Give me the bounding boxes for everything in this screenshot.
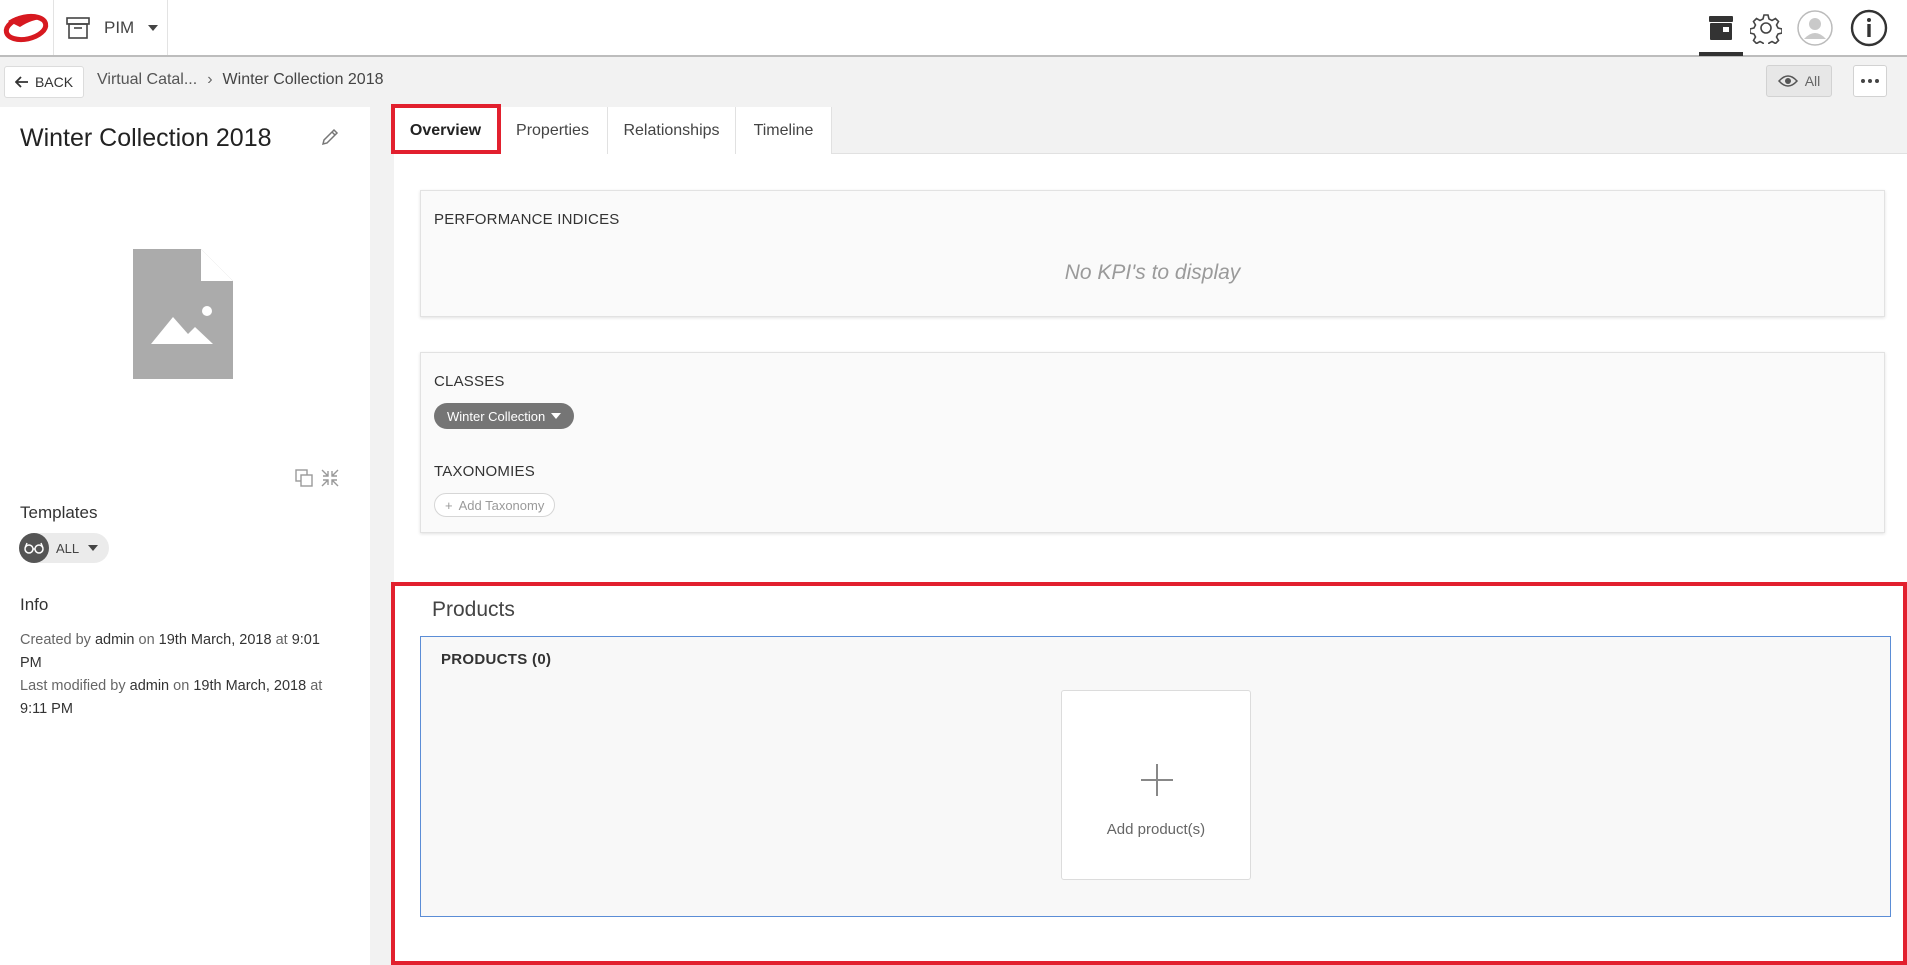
view-filter-label: All (1804, 73, 1821, 89)
modified-user: admin (129, 678, 170, 694)
user-menu-button[interactable] (1795, 8, 1835, 48)
product-box-icon (1709, 16, 1733, 40)
modified-time: 9:11 PM (20, 701, 73, 717)
classes-title: CLASSES (434, 373, 505, 390)
class-chip-winter-collection[interactable]: Winter Collection (434, 403, 575, 429)
glasses-icon (19, 533, 49, 563)
tab-overview[interactable]: Overview (394, 107, 498, 154)
modified-date: 19th March, 2018 (193, 678, 307, 694)
info-icon (1850, 9, 1888, 47)
divider (53, 0, 54, 55)
no-kpi-message: No KPI's to display (1064, 261, 1241, 284)
info-text: Created by admin on 19th March, 2018 at … (20, 629, 340, 721)
view-filter-button[interactable]: All (1766, 65, 1832, 97)
products-panel: PRODUCTS (0) Add product(s) (420, 636, 1891, 917)
ellipsis-icon (1861, 79, 1879, 83)
copy-image-icon[interactable] (294, 468, 314, 488)
breadcrumb-current: Winter Collection 2018 (222, 71, 384, 88)
add-taxonomy-button[interactable]: + Add Taxonomy (434, 493, 556, 517)
templates-chip-label: ALL (56, 540, 80, 556)
products-section-title: Products (432, 598, 515, 621)
tab-relationships[interactable]: Relationships (608, 107, 736, 154)
app-switcher[interactable]: PIM (66, 14, 159, 42)
collapse-icon[interactable] (320, 468, 340, 488)
chevron-right-icon: › (207, 71, 213, 88)
breadcrumb: Virtual Catal... › Winter Collection 201… (97, 71, 384, 89)
arrow-left-icon (14, 76, 28, 88)
class-chip-label: Winter Collection (447, 408, 546, 424)
eye-icon (1777, 75, 1798, 87)
chevron-down-icon (148, 25, 159, 31)
plus-icon (1141, 764, 1173, 796)
entity-sidebar: Winter Collection 2018 Templates ALL Inf… (0, 107, 370, 965)
created-on: on (138, 632, 155, 648)
modified-prefix: Last modified by (20, 678, 126, 694)
top-navigation-bar: PIM (0, 0, 1907, 57)
add-taxonomy-label: Add Taxonomy (458, 497, 545, 513)
brand-logo[interactable] (2, 9, 50, 45)
info-label: Info (20, 595, 49, 614)
back-button-label: BACK (34, 74, 74, 90)
more-actions-button[interactable] (1853, 65, 1887, 97)
created-prefix: Created by (20, 632, 91, 648)
product-catalog-button[interactable] (1701, 8, 1741, 48)
add-products-label: Add product(s) (1106, 821, 1206, 838)
classes-card: CLASSES Winter Collection TAXONOMIES + A… (420, 352, 1885, 533)
active-indicator (1699, 52, 1743, 56)
archive-box-icon (66, 17, 90, 39)
info-button[interactable] (1849, 8, 1889, 48)
settings-button[interactable] (1746, 8, 1786, 48)
plus-icon: + (445, 497, 453, 513)
divider (167, 0, 168, 55)
templates-dropdown[interactable]: ALL (19, 533, 109, 563)
products-panel-title: PRODUCTS (0) (441, 651, 552, 668)
modified-at: at (310, 678, 323, 694)
app-switcher-label: PIM (104, 18, 135, 37)
gear-icon (1750, 14, 1782, 44)
add-products-button[interactable]: Add product(s) (1061, 690, 1251, 880)
chevron-down-icon (551, 413, 562, 419)
breadcrumb-parent[interactable]: Virtual Catal... (97, 71, 197, 89)
toolbar: BACK Virtual Catal... › Winter Collectio… (0, 57, 1907, 107)
performance-indices-title: PERFORMANCE INDICES (434, 211, 620, 228)
pencil-icon[interactable] (320, 127, 340, 147)
tab-properties[interactable]: Properties (498, 107, 608, 154)
panel-divider (370, 107, 394, 965)
tab-timeline[interactable]: Timeline (736, 107, 832, 154)
image-placeholder-icon (133, 249, 233, 379)
user-avatar-icon (1797, 10, 1833, 46)
created-user: admin (94, 632, 135, 648)
modified-on: on (173, 678, 190, 694)
created-at: at (275, 632, 288, 648)
back-button[interactable]: BACK (4, 66, 84, 98)
chevron-down-icon (88, 545, 99, 551)
created-date: 19th March, 2018 (158, 632, 272, 648)
performance-indices-card: PERFORMANCE INDICES No KPI's to display (420, 190, 1885, 317)
taxonomies-title: TAXONOMIES (434, 463, 535, 480)
templates-label: Templates (20, 503, 98, 522)
entity-title: Winter Collection 2018 (20, 124, 272, 152)
